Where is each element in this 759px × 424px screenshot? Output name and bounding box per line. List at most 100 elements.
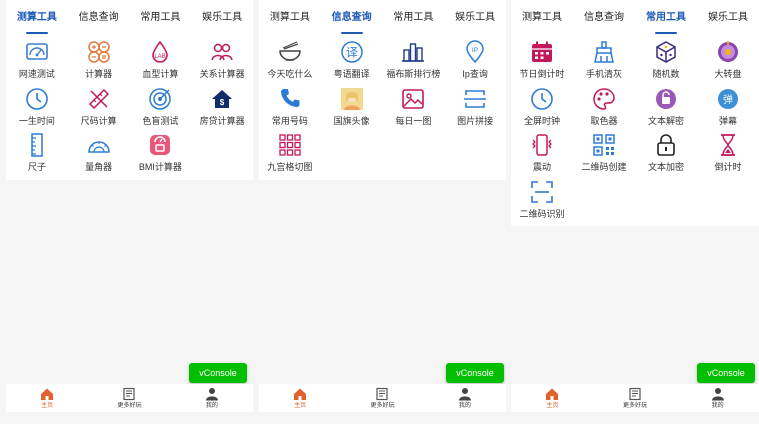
scale-icon: [148, 133, 172, 157]
tool-item[interactable]: 尺码计算: [68, 83, 130, 130]
tool-item[interactable]: 节日倒计时: [511, 36, 573, 83]
tool-item[interactable]: 今天吃什么: [259, 36, 321, 83]
avatar-flag-icon: [340, 87, 364, 111]
tool-item[interactable]: 译粤语翻译: [321, 36, 383, 83]
screen-panel-2: 测算工具 信息查询 常用工具 娱乐工具 今天吃什么译粤语翻译 福布斯排行榜 IP Ip查询常…: [253, 0, 506, 424]
tool-item-label: 节日倒计时: [519, 69, 565, 79]
tab-bar: 测算工具 信息查询 常用工具 娱乐工具: [6, 0, 253, 36]
tool-item[interactable]: 国旗头像: [321, 83, 383, 130]
house-loan-icon: $: [210, 87, 234, 111]
tool-item[interactable]: 取色器: [573, 83, 635, 130]
tab-2[interactable]: 常用工具: [635, 0, 697, 36]
tool-item[interactable]: 常用号码: [259, 83, 321, 130]
tool-item[interactable]: 计算器: [68, 36, 130, 83]
bottom-nav: 主页 更多好玩 我的: [259, 384, 506, 412]
tool-grid: 网速测试 计算器 LAB 血型计算 关系计算器一生时间 尺码计算 色盲测试 $ 房贷计算器尺子 量…: [6, 36, 253, 176]
tool-item[interactable]: 网速测试: [6, 36, 68, 83]
tool-item-label: 随机数: [652, 69, 680, 79]
tool-item[interactable]: 九宫格切图: [259, 129, 321, 176]
target-icon: [148, 87, 172, 111]
vconsole-button[interactable]: vConsole: [697, 363, 755, 383]
tab-2[interactable]: 常用工具: [130, 0, 192, 36]
bottom-nav-label: 主页: [546, 402, 559, 409]
tool-item-label: 全屏时钟: [523, 115, 560, 126]
bottom-nav-item-1[interactable]: 更多好玩: [88, 384, 170, 412]
unlock-icon: [654, 87, 678, 111]
tool-item[interactable]: $ 房贷计算器: [191, 83, 253, 130]
tool-item-label: 常用号码: [271, 115, 308, 126]
tool-item[interactable]: 文本解密: [635, 83, 697, 130]
tool-item[interactable]: 二维码创建: [573, 129, 635, 176]
tab-3[interactable]: 娱乐工具: [191, 0, 253, 36]
tool-item[interactable]: 图片拼接: [444, 83, 506, 130]
tool-item-label: 二维码创建: [581, 162, 627, 172]
tool-item-label: 文本解密: [647, 115, 684, 126]
ruler-icon: [25, 133, 49, 157]
tool-item-label: 震动: [532, 162, 551, 172]
tool-item[interactable]: IP Ip查询: [444, 36, 506, 83]
tool-item[interactable]: 关系计算器: [191, 36, 253, 83]
tool-item[interactable]: 每日一图: [383, 83, 445, 130]
tool-item[interactable]: LAB 血型计算: [130, 36, 192, 83]
bowl-icon: [278, 40, 302, 64]
tab-1[interactable]: 信息查询: [321, 0, 383, 36]
tool-item[interactable]: 手机清灰: [573, 36, 635, 83]
tool-item[interactable]: 倒计时: [697, 129, 759, 176]
tab-3[interactable]: 娱乐工具: [697, 0, 759, 36]
qrcode-icon: [592, 133, 616, 157]
tab-2[interactable]: 常用工具: [383, 0, 445, 36]
vconsole-button[interactable]: vConsole: [446, 363, 504, 383]
vconsole-button[interactable]: vConsole: [189, 363, 247, 383]
tool-item[interactable]: 弹弹幕: [697, 83, 759, 130]
tool-item-label: 今天吃什么: [267, 69, 313, 79]
user-icon: [458, 387, 472, 401]
bottom-nav-item-1[interactable]: 更多好玩: [341, 384, 423, 412]
tool-item[interactable]: 量角器: [68, 129, 130, 176]
tool-item[interactable]: 震动: [511, 129, 573, 176]
svg-text:IP: IP: [472, 47, 478, 54]
tool-item-label: 网速测试: [18, 69, 55, 79]
bottom-nav-item-0[interactable]: 主页: [511, 384, 594, 412]
bottom-nav-item-0[interactable]: 主页: [259, 384, 341, 412]
tool-item-label: 弹幕: [718, 115, 737, 126]
bottom-nav-item-0[interactable]: 主页: [6, 384, 88, 412]
tool-item-label: 图片拼接: [457, 115, 494, 126]
tool-item-label: 计算器: [85, 69, 113, 79]
tool-item[interactable]: BMI计算器: [130, 129, 192, 176]
tool-item[interactable]: 色盲测试: [130, 83, 192, 130]
screen-panel-3: 测算工具 信息查询 常用工具 娱乐工具 节日倒计时 手机清灰随机数 大转盘全屏时钟 取色器文…: [506, 0, 759, 424]
news-icon: [628, 387, 642, 401]
vibrate-icon: [530, 133, 554, 157]
dice-icon: [654, 40, 678, 64]
user-icon: [205, 387, 219, 401]
bottom-nav-item-2[interactable]: 我的: [676, 384, 759, 412]
tool-item-label: 色盲测试: [142, 115, 179, 126]
blood-type-icon: LAB: [148, 40, 172, 64]
tab-3[interactable]: 娱乐工具: [444, 0, 506, 36]
tool-item[interactable]: 福布斯排行榜: [383, 36, 445, 83]
tab-0[interactable]: 测算工具: [6, 0, 68, 36]
tool-item[interactable]: 大转盘: [697, 36, 759, 83]
bottom-nav-item-2[interactable]: 我的: [171, 384, 253, 412]
tool-grid-container: 今天吃什么译粤语翻译 福布斯排行榜 IP Ip查询常用号码 国旗头像 每日一图图片拼接九宫…: [259, 36, 506, 180]
tool-item[interactable]: 一生时间: [6, 83, 68, 130]
tool-item[interactable]: 随机数: [635, 36, 697, 83]
tool-item[interactable]: 文本加密: [635, 129, 697, 176]
tab-0[interactable]: 测算工具: [511, 0, 573, 36]
image-icon: [401, 87, 425, 111]
tool-item-label: Ip查询: [462, 69, 488, 79]
tool-item[interactable]: 尺子: [6, 129, 68, 176]
bottom-nav-item-2[interactable]: 我的: [424, 384, 506, 412]
tab-0[interactable]: 测算工具: [259, 0, 321, 36]
tab-1[interactable]: 信息查询: [68, 0, 130, 36]
tool-grid-container: 网速测试 计算器 LAB 血型计算 关系计算器一生时间 尺码计算 色盲测试 $ 房贷计算器尺子 量…: [6, 36, 253, 180]
tool-item[interactable]: 二维码识别: [511, 176, 573, 223]
tool-item[interactable]: 全屏时钟: [511, 83, 573, 130]
tool-item-label: 文本加密: [647, 162, 684, 172]
bottom-nav-label: 我的: [711, 402, 724, 409]
tab-1[interactable]: 信息查询: [573, 0, 635, 36]
user-icon: [711, 387, 725, 401]
broom-icon: [592, 40, 616, 64]
tool-item-label: 量角器: [85, 162, 113, 172]
bottom-nav-item-1[interactable]: 更多好玩: [594, 384, 677, 412]
